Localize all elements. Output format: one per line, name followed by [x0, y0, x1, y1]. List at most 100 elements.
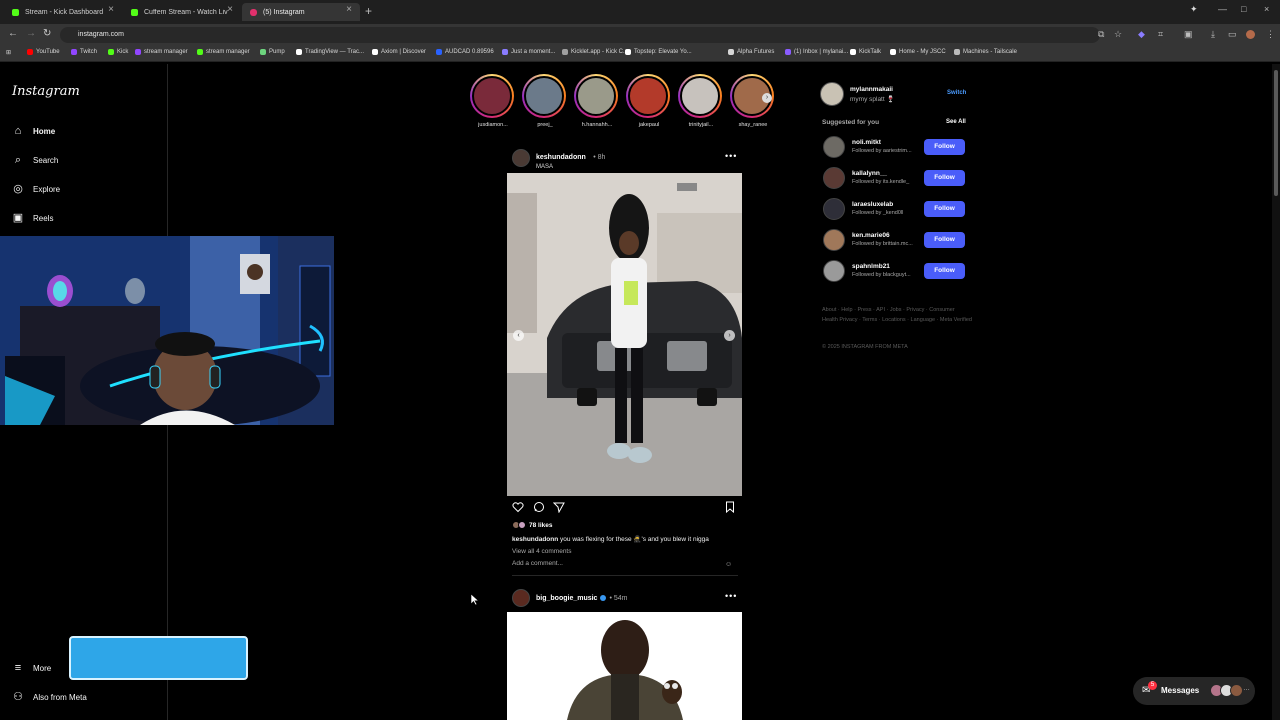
sidebar-item-reels[interactable]: ▣ Reels	[12, 210, 54, 226]
bookmark-item[interactable]: Kicklet.app - Kick C...	[562, 49, 628, 55]
see-all-link[interactable]: See All	[946, 119, 966, 125]
post-options-icon[interactable]: •••	[725, 151, 737, 161]
caption-username[interactable]: keshundadonn	[512, 536, 558, 543]
current-username[interactable]: mylannmakaii	[850, 86, 893, 93]
side-panel-icon[interactable]: ▣	[1184, 29, 1193, 40]
bookmark-item[interactable]: TradingView — Trac...	[296, 49, 364, 55]
suggestion-username[interactable]: ken.marie06	[852, 232, 890, 239]
extensions-sparkle-icon[interactable]: ✦	[1190, 4, 1198, 15]
url-input[interactable]: instagram.com	[60, 27, 1100, 43]
add-comment-input[interactable]: Add a comment...	[512, 560, 738, 576]
story-item[interactable]: preej_	[522, 74, 568, 128]
sidebar-item-also-from-meta[interactable]: ⚇ Also from Meta	[12, 689, 87, 705]
instagram-logo[interactable]: Instagram	[12, 84, 80, 99]
apps-grid-icon[interactable]: ⊞	[6, 49, 11, 56]
follow-button[interactable]: Follow	[924, 139, 965, 155]
post-username[interactable]: big_boogie_music	[536, 595, 597, 602]
suggestion-username[interactable]: laraesluxelab	[852, 201, 893, 208]
switch-account-link[interactable]: Switch	[947, 90, 966, 96]
bookmark-item[interactable]: Twitch	[71, 49, 97, 55]
kebab-menu-icon[interactable]: ⋮	[1266, 29, 1275, 40]
story-item[interactable]: h.hannahh...	[574, 74, 620, 128]
bookmark-item[interactable]: Alpha Futures	[728, 49, 774, 55]
story-item[interactable]: trinityjail...	[678, 74, 724, 128]
story-item[interactable]: jusdiamon...	[470, 74, 516, 128]
puzzle-icon[interactable]: ⌗	[1158, 29, 1163, 40]
avatar[interactable]	[512, 149, 530, 167]
view-all-comments-link[interactable]: View all 4 comments	[512, 548, 572, 555]
close-tab-icon[interactable]: ×	[227, 4, 233, 15]
suggestion-username[interactable]: noli.mitkt	[852, 139, 881, 146]
bookmark-item[interactable]: Machines - Tailscale	[954, 49, 1017, 55]
reload-button[interactable]: ↻	[43, 28, 51, 39]
bookmark-item[interactable]: Topstep: Elevate Yo...	[625, 49, 692, 55]
suggestion-username[interactable]: spahnlmb21	[852, 263, 890, 270]
tab-kick-dashboard[interactable]: Stream - Kick Dashboard ×	[4, 3, 122, 21]
stories-next-button[interactable]: ›	[762, 93, 772, 103]
bookmark-item[interactable]: YouTube	[27, 49, 60, 55]
sidebar-item-home[interactable]: ⌂ Home	[12, 123, 56, 139]
avatar[interactable]	[823, 229, 845, 251]
emoji-icon[interactable]: ☺	[725, 561, 732, 568]
bookmark-item[interactable]: KickTalk	[850, 49, 881, 55]
avatar[interactable]	[512, 589, 530, 607]
page-scrollbar[interactable]	[1272, 64, 1280, 720]
profile-icon[interactable]: ▭	[1228, 29, 1237, 40]
close-tab-icon[interactable]: ×	[346, 4, 352, 15]
suggestion-username[interactable]: kallalynn__	[852, 170, 887, 177]
post-username[interactable]: keshundadonn	[536, 154, 586, 161]
close-window-button[interactable]: ×	[1264, 4, 1269, 14]
back-button[interactable]: ←	[8, 28, 18, 39]
follow-button[interactable]: Follow	[924, 263, 965, 279]
bookmark-icon[interactable]	[724, 501, 736, 513]
likes-count[interactable]: 78 likes	[512, 521, 553, 529]
avatar[interactable]	[1246, 30, 1255, 39]
bookmark-item[interactable]: stream manager	[197, 49, 250, 55]
bookmark-item[interactable]: stream manager	[135, 49, 188, 55]
follow-button[interactable]: Follow	[924, 201, 965, 217]
avatar[interactable]	[820, 82, 844, 106]
install-app-icon[interactable]: ⧉	[1098, 29, 1104, 40]
sidebar-item-search[interactable]: ⌕ Search	[12, 152, 58, 168]
scrollbar-thumb[interactable]	[1274, 70, 1278, 196]
footer-links[interactable]: About · Help · Press · API · Jobs · Priv…	[822, 305, 972, 325]
post-image[interactable]: ‹ ›	[507, 173, 742, 496]
sidebar-item-more[interactable]: ≡ More	[12, 660, 51, 676]
heart-icon[interactable]	[512, 501, 524, 513]
bookmark-star-icon[interactable]: ☆	[1114, 29, 1122, 40]
avatar[interactable]	[823, 198, 845, 220]
bookmark-item[interactable]: Just a moment...	[502, 49, 555, 55]
avatar[interactable]	[823, 260, 845, 282]
comment-icon[interactable]	[533, 501, 545, 513]
bookmark-item[interactable]: AUDCAD 0.89596	[436, 49, 494, 55]
close-tab-icon[interactable]: ×	[108, 4, 114, 15]
carousel-next-button[interactable]: ›	[724, 330, 735, 341]
bookmark-item[interactable]: Pump	[260, 49, 285, 55]
post-image[interactable]	[507, 612, 742, 720]
extension-icon[interactable]: ◆	[1138, 29, 1145, 40]
stories-tray: jusdiamon... preej_ h.hannahh... jakepaul tr…	[470, 74, 780, 134]
follow-button[interactable]: Follow	[924, 170, 965, 186]
post-options-icon[interactable]: •••	[725, 591, 737, 601]
messages-button[interactable]: ✉ 5 Messages …	[1133, 677, 1255, 705]
bookmark-item[interactable]: (1) Inbox | mylanai...	[785, 49, 848, 55]
share-icon[interactable]	[553, 501, 565, 513]
bookmark-item[interactable]: Kick	[108, 49, 128, 55]
bookmark-item[interactable]: Home - My JSCC	[890, 49, 946, 55]
avatar[interactable]	[823, 167, 845, 189]
bookmark-item[interactable]: Axiom | Discover	[372, 49, 426, 55]
story-item[interactable]: jakepaul	[626, 74, 672, 128]
maximize-button[interactable]: □	[1241, 4, 1246, 14]
tab-instagram[interactable]: (5) Instagram ×	[242, 3, 360, 21]
tab-cuffem-stream[interactable]: Cuffem Stream - Watch Live on ×	[123, 3, 241, 21]
new-tab-button[interactable]: +	[365, 4, 372, 18]
post-location[interactable]: MASA	[536, 164, 605, 170]
avatar[interactable]	[823, 136, 845, 158]
sidebar-item-explore[interactable]: ◎ Explore	[12, 181, 60, 197]
bookmark-favicon-icon	[890, 49, 896, 55]
download-icon[interactable]: ⤓	[1211, 29, 1215, 40]
minimize-button[interactable]: —	[1218, 4, 1227, 14]
follow-button[interactable]: Follow	[924, 232, 965, 248]
carousel-prev-button[interactable]: ‹	[513, 330, 524, 341]
forward-button[interactable]: →	[26, 28, 36, 39]
